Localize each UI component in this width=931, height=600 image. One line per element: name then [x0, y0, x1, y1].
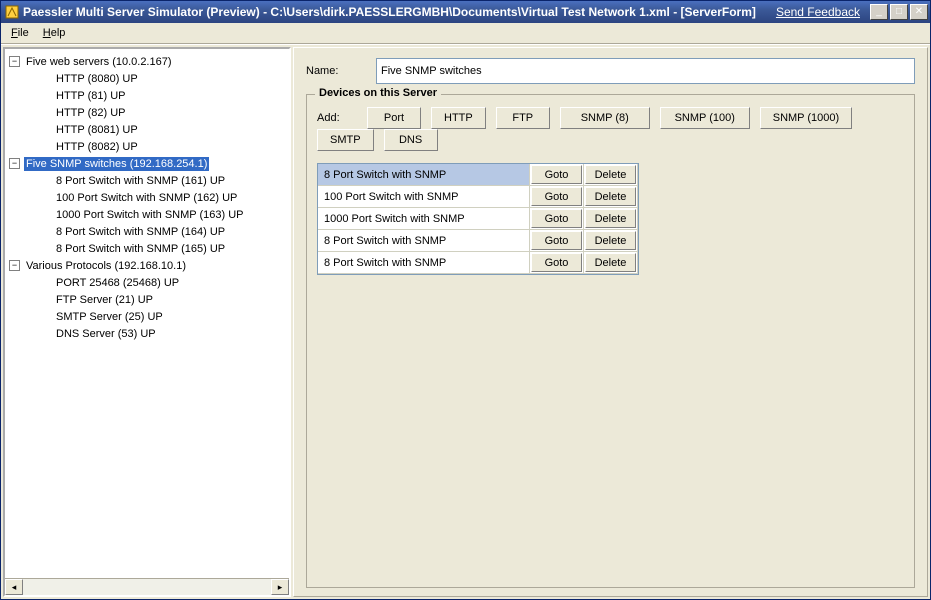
- server-tree[interactable]: − Five web servers (10.0.2.167) HTTP (80…: [5, 49, 289, 578]
- delete-button[interactable]: Delete: [585, 165, 636, 184]
- maximize-button[interactable]: □: [890, 4, 908, 20]
- title-bar[interactable]: Paessler Multi Server Simulator (Preview…: [1, 1, 930, 23]
- goto-button[interactable]: Goto: [531, 165, 582, 184]
- tree-leaf[interactable]: HTTP (8082) UP: [7, 138, 287, 155]
- window-title: Paessler Multi Server Simulator (Preview…: [23, 5, 776, 19]
- table-row[interactable]: 8 Port Switch with SNMP Goto Delete: [318, 230, 638, 252]
- app-window: Paessler Multi Server Simulator (Preview…: [0, 0, 931, 600]
- menu-bar: File Help: [1, 23, 930, 44]
- tree-pane: − Five web servers (10.0.2.167) HTTP (80…: [3, 47, 291, 597]
- name-label: Name:: [306, 65, 358, 77]
- goto-button[interactable]: Goto: [531, 187, 582, 206]
- tree-leaf[interactable]: HTTP (81) UP: [7, 87, 287, 104]
- tree-node-various-protocols[interactable]: − Various Protocols (192.168.10.1): [7, 257, 287, 274]
- tree-leaf[interactable]: HTTP (8080) UP: [7, 70, 287, 87]
- menu-help[interactable]: Help: [37, 25, 72, 41]
- tree-leaf[interactable]: DNS Server (53) UP: [7, 325, 287, 342]
- device-name-cell: 100 Port Switch with SNMP: [318, 186, 530, 208]
- add-dns-button[interactable]: DNS: [384, 129, 438, 151]
- tree-node-web-servers[interactable]: − Five web servers (10.0.2.167): [7, 53, 287, 70]
- tree-leaf[interactable]: 100 Port Switch with SNMP (162) UP: [7, 189, 287, 206]
- tree-leaf[interactable]: 8 Port Switch with SNMP (164) UP: [7, 223, 287, 240]
- tree-node-snmp-switches[interactable]: − Five SNMP switches (192.168.254.1): [7, 155, 287, 172]
- add-snmp100-button[interactable]: SNMP (100): [660, 107, 750, 129]
- tree-leaf[interactable]: PORT 25468 (25468) UP: [7, 274, 287, 291]
- client-area: − Five web servers (10.0.2.167) HTTP (80…: [1, 44, 930, 599]
- scroll-right-button[interactable]: ▸: [271, 579, 289, 595]
- add-row: Add: Port HTTP FTP SNMP (8) SNMP (100) S…: [317, 107, 904, 151]
- send-feedback-link[interactable]: Send Feedback: [776, 5, 860, 19]
- menu-file[interactable]: File: [5, 25, 35, 41]
- tree-leaf[interactable]: 8 Port Switch with SNMP (161) UP: [7, 172, 287, 189]
- goto-button[interactable]: Goto: [531, 253, 582, 272]
- collapse-icon[interactable]: −: [9, 56, 20, 67]
- add-smtp-button[interactable]: SMTP: [317, 129, 374, 151]
- device-name-cell: 1000 Port Switch with SNMP: [318, 208, 530, 230]
- group-title: Devices on this Server: [315, 87, 441, 99]
- horizontal-scrollbar[interactable]: ◂ ▸: [5, 578, 289, 595]
- minimize-button[interactable]: _: [870, 4, 888, 20]
- device-name-cell: 8 Port Switch with SNMP: [318, 252, 530, 274]
- tree-leaf[interactable]: 8 Port Switch with SNMP (165) UP: [7, 240, 287, 257]
- table-row[interactable]: 1000 Port Switch with SNMP Goto Delete: [318, 208, 638, 230]
- collapse-icon[interactable]: −: [9, 158, 20, 169]
- server-name-input[interactable]: [376, 58, 915, 84]
- tree-leaf[interactable]: 1000 Port Switch with SNMP (163) UP: [7, 206, 287, 223]
- device-name-cell: 8 Port Switch with SNMP: [318, 230, 530, 252]
- goto-button[interactable]: Goto: [531, 231, 582, 250]
- add-snmp8-button[interactable]: SNMP (8): [560, 107, 650, 129]
- tree-leaf[interactable]: HTTP (82) UP: [7, 104, 287, 121]
- collapse-icon[interactable]: −: [9, 260, 20, 271]
- tree-leaf[interactable]: HTTP (8081) UP: [7, 121, 287, 138]
- add-http-button[interactable]: HTTP: [431, 107, 486, 129]
- add-snmp1000-button[interactable]: SNMP (1000): [760, 107, 852, 129]
- table-row[interactable]: 8 Port Switch with SNMP Goto Delete: [318, 252, 638, 274]
- close-button[interactable]: ✕: [910, 4, 928, 20]
- table-row[interactable]: 8 Port Switch with SNMP Goto Delete: [318, 164, 638, 186]
- tree-label: Various Protocols (192.168.10.1): [24, 259, 188, 273]
- add-ftp-button[interactable]: FTP: [496, 107, 550, 129]
- delete-button[interactable]: Delete: [585, 209, 636, 228]
- table-row[interactable]: 100 Port Switch with SNMP Goto Delete: [318, 186, 638, 208]
- tree-leaf[interactable]: SMTP Server (25) UP: [7, 308, 287, 325]
- delete-button[interactable]: Delete: [585, 231, 636, 250]
- device-grid[interactable]: 8 Port Switch with SNMP Goto Delete 100 …: [317, 163, 639, 275]
- name-row: Name:: [306, 58, 915, 84]
- goto-button[interactable]: Goto: [531, 209, 582, 228]
- device-name-cell: 8 Port Switch with SNMP: [318, 164, 530, 186]
- tree-label: Five web servers (10.0.2.167): [24, 55, 174, 69]
- app-icon: [5, 5, 19, 19]
- scroll-left-button[interactable]: ◂: [5, 579, 23, 595]
- scroll-track[interactable]: [23, 579, 271, 595]
- add-label: Add:: [317, 112, 357, 124]
- detail-pane: Name: Devices on this Server Add: Port H…: [293, 47, 928, 597]
- tree-leaf[interactable]: FTP Server (21) UP: [7, 291, 287, 308]
- delete-button[interactable]: Delete: [585, 253, 636, 272]
- devices-group: Devices on this Server Add: Port HTTP FT…: [306, 94, 915, 588]
- delete-button[interactable]: Delete: [585, 187, 636, 206]
- tree-label-selected: Five SNMP switches (192.168.254.1): [24, 157, 209, 171]
- add-port-button[interactable]: Port: [367, 107, 421, 129]
